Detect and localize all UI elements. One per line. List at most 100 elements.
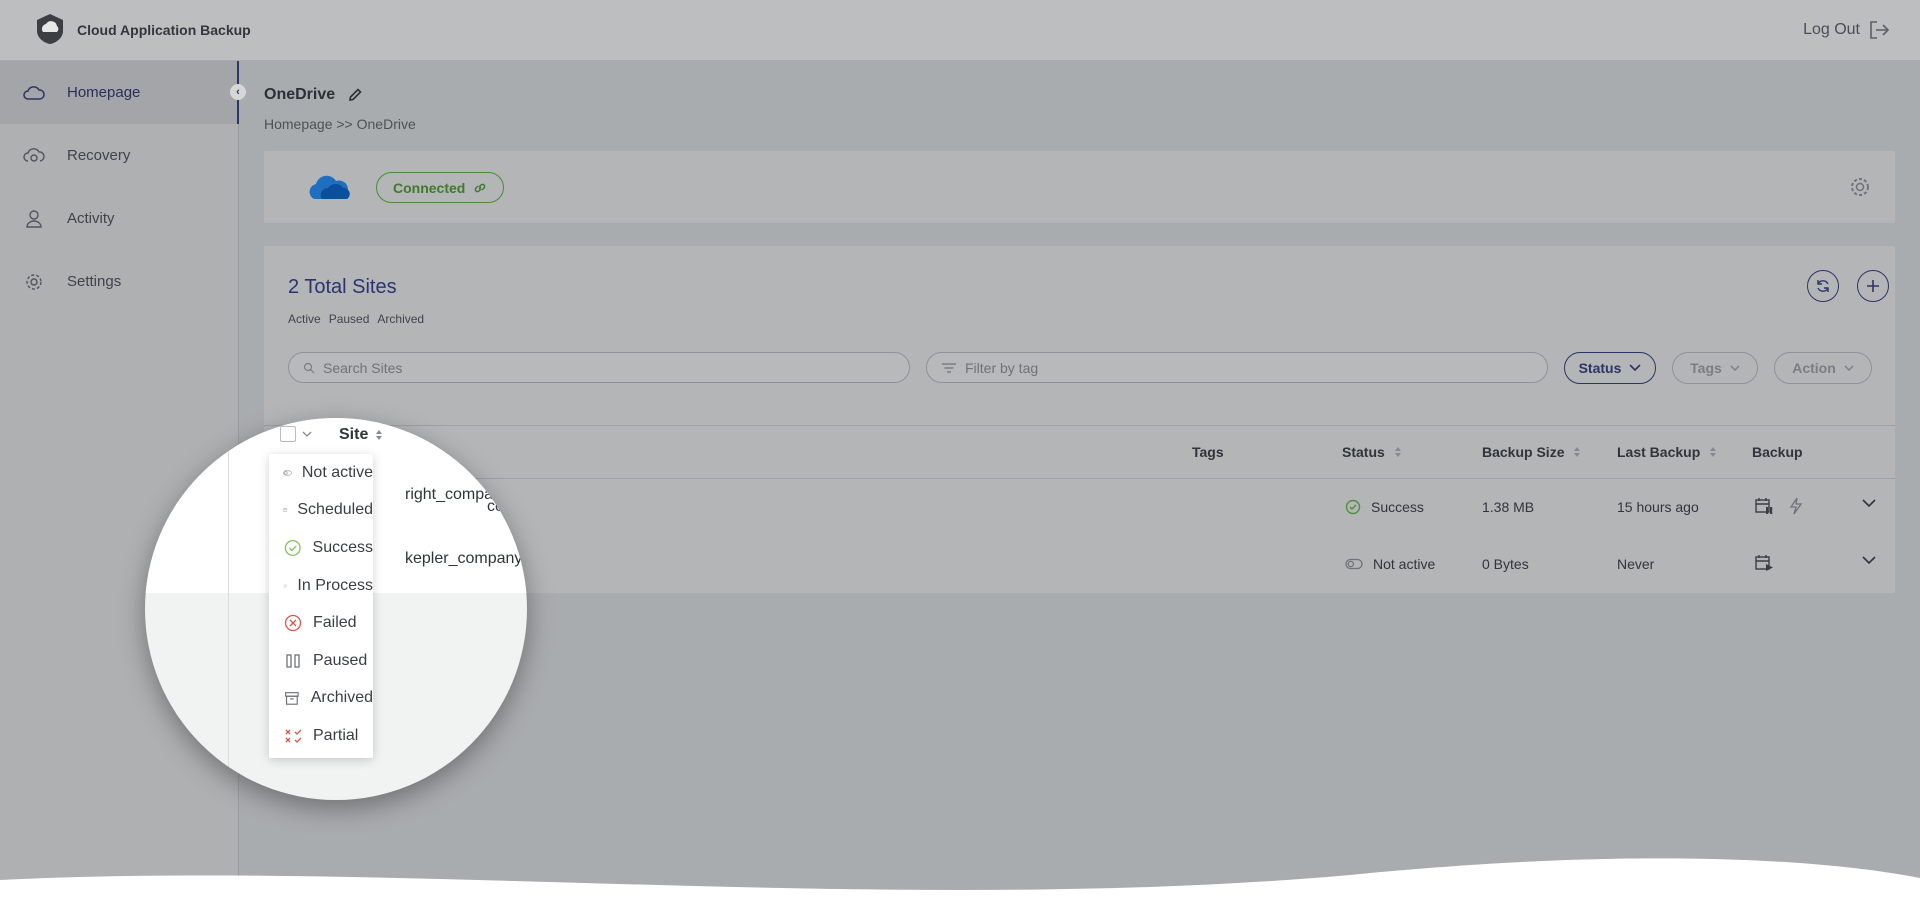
tags-filter-button[interactable]: Tags: [1672, 352, 1758, 384]
column-header-tags: Tags: [1192, 444, 1224, 460]
sort-icon: [1574, 447, 1581, 457]
column-header-last-backup[interactable]: Last Backup: [1617, 444, 1717, 460]
status-option-archived[interactable]: Archived: [269, 680, 373, 718]
chevron-down-icon[interactable]: [302, 431, 312, 438]
status-filter-button[interactable]: Status: [1564, 352, 1656, 384]
logout-button[interactable]: Log Out: [1803, 20, 1890, 40]
option-label: Partial: [313, 726, 359, 744]
page-title: OneDrive: [264, 86, 363, 104]
collapse-sidebar-button[interactable]: ‹: [230, 84, 246, 100]
archive-icon: [285, 692, 299, 706]
sidebar-item-settings[interactable]: Settings: [0, 250, 238, 313]
toggle-icon: [1345, 558, 1363, 570]
status-text: Success: [1371, 499, 1424, 515]
sidebar-item-label: Activity: [67, 210, 115, 227]
column-backup-label: Backup: [1752, 444, 1803, 460]
select-all-checkbox[interactable]: [280, 426, 296, 442]
backup-actions: [1754, 553, 1774, 573]
chevron-down-icon: [1730, 365, 1740, 371]
sort-icon: [1710, 447, 1717, 457]
filter-icon: [942, 362, 956, 373]
sidebar-item-homepage[interactable]: Homepage: [0, 61, 239, 124]
status-option-paused[interactable]: Paused: [269, 642, 373, 680]
status-cell: Not active: [1345, 556, 1435, 572]
site-name-tail: com: [487, 498, 518, 515]
connected-status-badge[interactable]: Connected: [376, 172, 505, 203]
check-circle-icon: [284, 540, 301, 556]
search-sites-placeholder: Search Sites: [323, 359, 403, 376]
last-backup-cell: Never: [1617, 556, 1655, 572]
user-icon: [26, 209, 42, 228]
column-header-site[interactable]: Site: [339, 426, 383, 444]
site-state-filters: Active Paused Archived: [288, 312, 424, 326]
sidebar-item-label: Settings: [67, 273, 122, 290]
action-button[interactable]: Action: [1774, 352, 1872, 384]
expand-row-chevron-down-icon[interactable]: [1862, 556, 1876, 565]
toggle-icon: [283, 470, 292, 476]
status-filter-label: Status: [1578, 360, 1622, 376]
connection-panel: Connected: [264, 151, 1895, 223]
status-option-failed[interactable]: Failed: [269, 604, 373, 642]
search-icon: [303, 362, 315, 373]
status-option-partial[interactable]: Partial: [269, 717, 373, 755]
logout-label: Log Out: [1803, 21, 1860, 38]
option-label: Not active: [301, 463, 373, 481]
cloud-recovery-icon: [23, 147, 45, 162]
app-title: Cloud Application Backup: [77, 22, 251, 38]
column-backup-size-label: Backup Size: [1482, 444, 1565, 460]
connected-label: Connected: [393, 179, 466, 196]
column-header-backup-size[interactable]: Backup Size: [1482, 444, 1581, 460]
filter-archived[interactable]: Archived: [377, 312, 424, 326]
filter-by-tag-input[interactable]: Filter by tag: [926, 352, 1548, 383]
chevron-down-icon: [1844, 365, 1854, 371]
sidebar-item-recovery[interactable]: Recovery: [0, 124, 238, 187]
schedule-play-icon[interactable]: [1754, 553, 1774, 573]
status-cell: Success: [1345, 499, 1424, 515]
status-option-not-active[interactable]: Not active: [269, 454, 373, 492]
backup-size-cell: 1.38 MB: [1482, 499, 1535, 515]
status-option-scheduled[interactable]: Scheduled: [269, 492, 373, 530]
search-sites-input[interactable]: Search Sites: [288, 352, 910, 383]
tags-filter-label: Tags: [1690, 360, 1722, 376]
add-site-button[interactable]: [1857, 270, 1889, 302]
sidebar-item-label: Homepage: [67, 84, 141, 101]
expand-row-chevron-down-icon[interactable]: [1862, 499, 1876, 508]
column-header-status[interactable]: Status: [1342, 444, 1401, 460]
option-label: Archived: [310, 689, 373, 707]
filter-by-tag-placeholder: Filter by tag: [965, 359, 1039, 376]
refresh-icon: [1817, 280, 1829, 292]
page-title-text: OneDrive: [264, 86, 336, 103]
connection-settings-gear-icon[interactable]: [1849, 176, 1871, 203]
app-header: Cloud Application Backup Log Out: [0, 0, 1920, 61]
column-site-label: Site: [339, 426, 369, 443]
status-text: Not active: [1373, 556, 1436, 572]
sync-icon: [283, 584, 287, 588]
sidebar-item-activity[interactable]: Activity: [0, 187, 238, 250]
onedrive-logo-icon: [304, 171, 352, 208]
filter-paused[interactable]: Paused: [329, 312, 370, 326]
zoom-magnifier: Site right_compa com kepler_company om N…: [145, 418, 527, 800]
select-all-control[interactable]: [280, 426, 312, 442]
status-option-success[interactable]: Success: [269, 529, 373, 567]
schedule-pause-icon[interactable]: [1754, 496, 1774, 516]
partial-icon: [285, 729, 302, 743]
lightning-icon[interactable]: [1788, 497, 1804, 515]
last-backup-cell: 15 hours ago: [1617, 499, 1699, 515]
filter-active[interactable]: Active: [288, 312, 321, 326]
backup-size-cell: 0 Bytes: [1482, 556, 1529, 572]
chevron-down-icon: [1629, 364, 1641, 372]
sort-icon: [1394, 447, 1401, 457]
status-option-in-process[interactable]: In Process: [269, 567, 373, 605]
backup-actions: [1754, 496, 1804, 516]
edit-pencil-icon[interactable]: [347, 87, 363, 103]
refresh-button[interactable]: [1807, 270, 1839, 302]
action-label: Action: [1792, 360, 1836, 376]
logout-icon: [1870, 21, 1890, 39]
column-status-label: Status: [1342, 444, 1385, 460]
option-label: Scheduled: [297, 501, 373, 519]
x-circle-icon: [284, 615, 302, 632]
sidebar-item-label: Recovery: [67, 147, 131, 164]
calendar-icon: [283, 508, 288, 513]
link-icon: [475, 183, 486, 192]
sites-total-title: 2 Total Sites: [288, 276, 397, 298]
